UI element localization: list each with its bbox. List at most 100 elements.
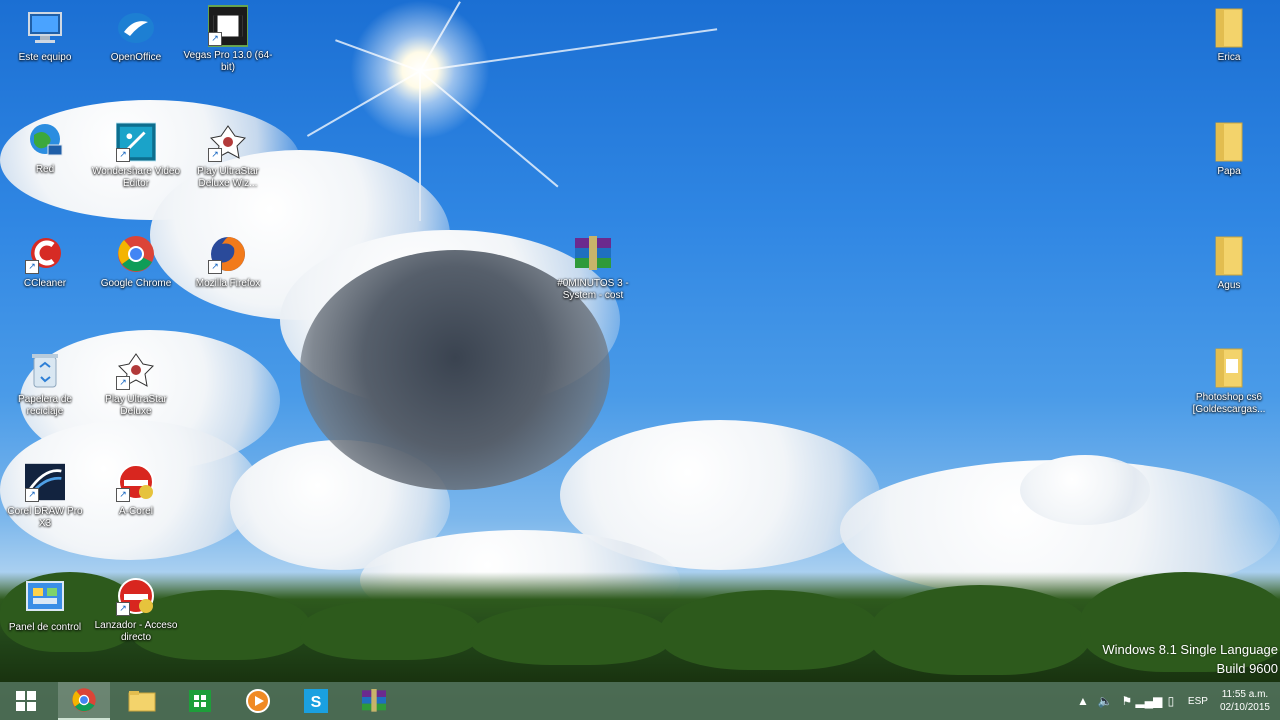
icon-label: Photoshop cs6 [Goldescargas... (1192, 392, 1266, 415)
icon-label: Papelera de reciclaje (18, 394, 72, 417)
tree (660, 590, 880, 670)
desktop-icon-rar-file[interactable]: #0MINUTOS 3 - System - cost (548, 234, 638, 302)
icon-label: OpenOffice (110, 52, 162, 63)
icon-label: Red (35, 164, 55, 175)
desktop-icon-panel-control[interactable]: Panel de control (0, 578, 90, 634)
tree (470, 605, 670, 665)
desktop-icon-acorel[interactable]: ↗ A-Corel (91, 462, 181, 518)
input-language-indicator[interactable]: ESP (1182, 696, 1214, 707)
taskbar-skype-button[interactable]: S (290, 682, 342, 720)
icon-label: Este equipo (18, 52, 72, 63)
desktop-icon-play-ultrastar[interactable]: ↗ Play UltraStar Deluxe (91, 350, 181, 418)
desktop-icon-google-chrome[interactable]: Google Chrome (91, 234, 181, 290)
desktop-folder-papa[interactable]: Papa (1184, 122, 1274, 178)
network-globe-icon (25, 120, 65, 160)
desktop-icon-red[interactable]: Red (0, 120, 90, 176)
winrar-icon (362, 689, 386, 712)
icon-label: Papa (1217, 166, 1241, 177)
ultrastar-icon: ↗ (116, 350, 156, 390)
firefox-icon: ↗ (208, 234, 248, 274)
icon-label: A-Corel (119, 506, 153, 517)
tree (870, 585, 1090, 675)
folder-icon (1209, 122, 1249, 162)
desktop-folder-photoshop[interactable]: Photoshop cs6 [Goldescargas... (1184, 348, 1274, 416)
launcher-icon: ↗ (116, 576, 156, 616)
icon-label: Erica (1217, 52, 1241, 63)
icon-label: Corel DRAW Pro X3 (7, 506, 83, 529)
icon-label: Mozilla Firefox (195, 278, 261, 289)
folder-icon (128, 691, 156, 712)
shortcut-arrow-icon: ↗ (208, 32, 222, 46)
icon-label: Play UltraStar Deluxe Wiz... (197, 166, 259, 189)
recycle-bin-icon (25, 350, 65, 390)
ultrastar-wiz-icon: ↗ (208, 122, 248, 162)
vegas-pro-icon: ↗ (208, 5, 248, 47)
show-hidden-icons-chevron-icon[interactable]: ▲ (1072, 682, 1094, 720)
watermark-build: Build 9600 (1216, 661, 1278, 676)
coreldraw-icon: ↗ (25, 462, 65, 502)
network-signal-icon[interactable]: ▂▄▆ (1135, 682, 1162, 720)
icon-label: Vegas Pro 13.0 (64-bit) (183, 50, 273, 73)
volume-icon[interactable]: 🔈 (1094, 682, 1116, 720)
cloud (1020, 455, 1150, 525)
desktop-icon-corel-draw[interactable]: ↗ Corel DRAW Pro X3 (0, 462, 90, 530)
icon-label: CCleaner (23, 278, 67, 289)
chrome-icon (72, 688, 96, 712)
icon-label: Lanzador - Acceso directo (94, 620, 178, 643)
icon-label: Google Chrome (100, 278, 172, 289)
shortcut-arrow-icon: ↗ (25, 488, 39, 502)
desktop-icon-openoffice[interactable]: OpenOffice (91, 8, 181, 64)
shortcut-arrow-icon: ↗ (116, 376, 130, 390)
skype-icon: S (304, 689, 328, 713)
store-icon (189, 690, 211, 712)
desktop-icon-play-ultrastar-wiz[interactable]: ↗ Play UltraStar Deluxe Wiz... (183, 122, 273, 190)
svg-text:S: S (311, 694, 322, 711)
windows-version-watermark: Windows 8.1 Single Language Build 9600 (1102, 642, 1278, 676)
desktop-icon-lanzador[interactable]: ↗ Lanzador - Acceso directo (91, 576, 181, 644)
shortcut-arrow-icon: ↗ (25, 260, 39, 274)
desktop-icon-papelera[interactable]: Papelera de reciclaje (0, 350, 90, 418)
shortcut-arrow-icon: ↗ (116, 148, 130, 162)
folder-icon (1209, 236, 1249, 276)
tree (300, 600, 480, 660)
desktop-icon-mozilla-firefox[interactable]: ↗ Mozilla Firefox (183, 234, 273, 290)
taskbar-winrar-button[interactable] (348, 682, 400, 720)
desktop-folder-erica[interactable]: Erica (1184, 8, 1274, 64)
system-tray: ▲ 🔈 ⚑ ▂▄▆ ▯ ESP 11:55 a.m. 02/10/2015 (1072, 682, 1280, 720)
icon-label: Play UltraStar Deluxe (105, 394, 167, 417)
desktop-background: Este equipo Red ↗ CCleaner Papelera de r… (0, 0, 1280, 720)
clock-time: 11:55 a.m. (1221, 689, 1269, 700)
windows-logo-icon (16, 691, 36, 711)
battery-icon[interactable]: ▯ (1160, 682, 1182, 720)
ccleaner-icon: ↗ (25, 234, 65, 274)
icon-label: Panel de control (8, 622, 82, 633)
control-panel-icon (25, 578, 65, 618)
taskbar: S ▲ 🔈 ⚑ ▂▄▆ ▯ ESP 11:55 a.m. 02/10/2015 (0, 682, 1280, 720)
chrome-icon (116, 234, 156, 274)
start-button[interactable] (0, 682, 52, 720)
video-editor-icon: ↗ (116, 122, 156, 162)
clock-date: 02/10/2015 (1219, 702, 1270, 713)
desktop-folder-agus[interactable]: Agus (1184, 236, 1274, 292)
folder-icon (1209, 348, 1249, 388)
shortcut-arrow-icon: ↗ (208, 260, 222, 274)
openoffice-icon (116, 8, 156, 48)
shortcut-arrow-icon: ↗ (116, 488, 130, 502)
desktop-icon-ccleaner[interactable]: ↗ CCleaner (0, 234, 90, 290)
taskbar-file-explorer-button[interactable] (116, 682, 168, 720)
shortcut-arrow-icon: ↗ (208, 148, 222, 162)
taskbar-store-button[interactable] (174, 682, 226, 720)
icon-label: #0MINUTOS 3 - System - cost (557, 278, 629, 301)
taskbar-clock[interactable]: 11:55 a.m. 02/10/2015 (1214, 688, 1280, 714)
taskbar-media-player-button[interactable] (232, 682, 284, 720)
computer-icon (25, 8, 65, 48)
acorel-icon: ↗ (116, 462, 156, 502)
taskbar-chrome-button[interactable] (58, 682, 110, 720)
desktop-icon-wondershare[interactable]: ↗ Wondershare Video Editor (91, 122, 181, 190)
desktop-icon-vegas-pro[interactable]: ↗ Vegas Pro 13.0 (64-bit) (183, 5, 273, 74)
shortcut-arrow-icon: ↗ (116, 602, 130, 616)
folder-icon (1209, 8, 1249, 48)
desktop-icon-este-equipo[interactable]: Este equipo (0, 8, 90, 64)
media-player-icon (246, 689, 270, 713)
watermark-edition: Windows 8.1 Single Language (1102, 642, 1278, 657)
